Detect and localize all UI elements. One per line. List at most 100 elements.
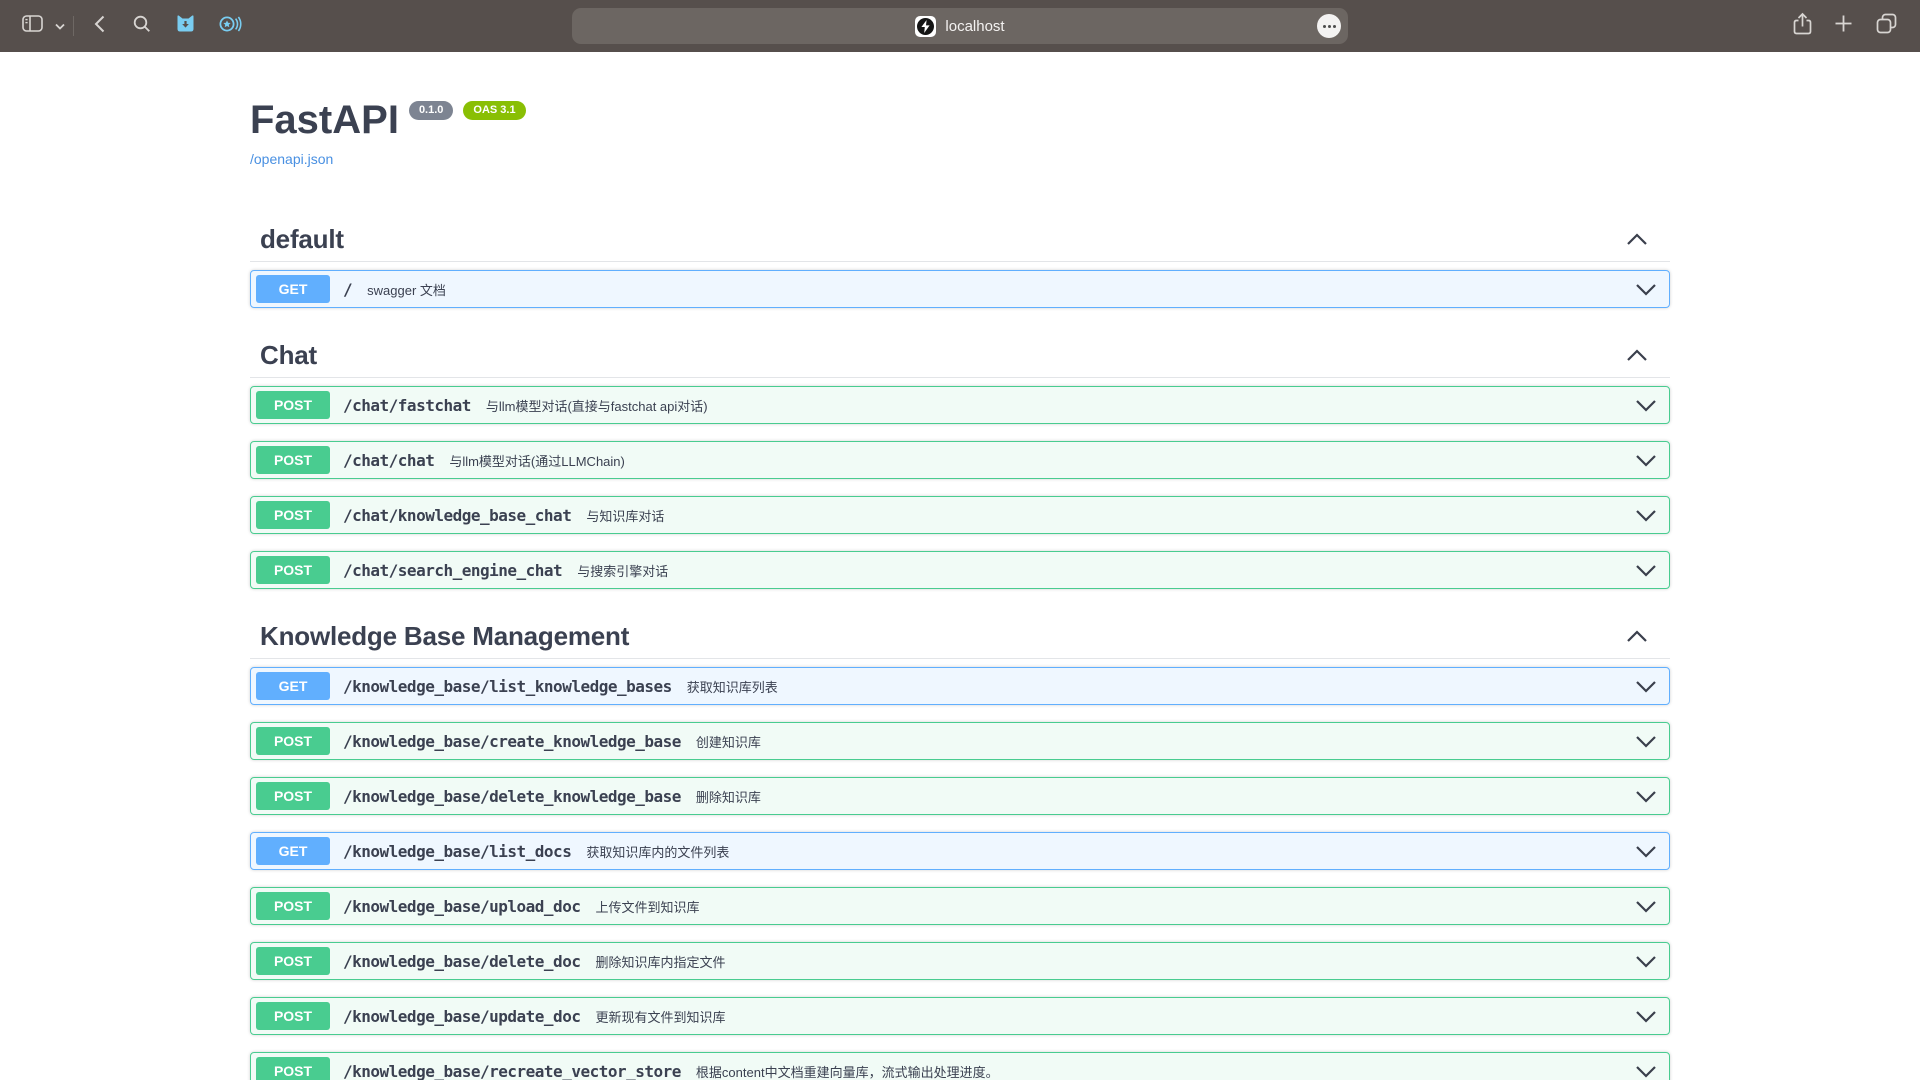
toolbar-divider <box>73 16 74 36</box>
chevron-down-icon[interactable] <box>1635 845 1657 858</box>
section-title: default <box>260 225 344 253</box>
chevron-up-icon[interactable] <box>1626 349 1648 362</box>
endpoint-summary: 与搜索引擎对话 <box>577 561 668 580</box>
share-button[interactable] <box>1793 12 1812 41</box>
swagger-page: FastAPI 0.1.0 OAS 3.1 /openapi.json defa… <box>0 52 1920 1080</box>
sidebar-toggle-button[interactable] <box>14 8 51 44</box>
version-badge: 0.1.0 <box>409 101 453 120</box>
endpoint-row[interactable]: POST /knowledge_base/delete_knowledge_ba… <box>250 777 1670 815</box>
chevron-down-icon[interactable] <box>1635 955 1657 968</box>
endpoint-path: /knowledge_base/list_knowledge_bases <box>343 677 672 696</box>
section-title: Chat <box>260 341 317 369</box>
endpoint-summary: 与llm模型对话(直接与fastchat api对话) <box>486 396 708 415</box>
endpoint-summary: 上传文件到知识库 <box>595 897 699 916</box>
api-section: default GET / swagger 文档 <box>250 225 1670 308</box>
sidebar-menu-button[interactable] <box>51 8 69 44</box>
endpoint-summary: 与知识库对话 <box>586 506 664 525</box>
site-favicon <box>915 16 936 37</box>
method-badge: POST <box>256 727 330 755</box>
endpoint-summary: swagger 文档 <box>367 280 446 299</box>
section-header[interactable]: default <box>250 225 1670 262</box>
chevron-down-icon[interactable] <box>1635 1010 1657 1023</box>
endpoint-summary: 与llm模型对话(通过LLMChain) <box>449 451 625 470</box>
endpoint-summary: 创建知识库 <box>696 732 761 751</box>
sections: default GET / swagger 文档 Chat <box>250 225 1670 1080</box>
endpoint-path: /knowledge_base/upload_doc <box>343 897 580 916</box>
method-badge: POST <box>256 446 330 474</box>
chevron-down-icon[interactable] <box>1635 454 1657 467</box>
chevron-down-icon[interactable] <box>1635 735 1657 748</box>
chevron-up-icon[interactable] <box>1626 233 1648 246</box>
endpoint-row[interactable]: GET /knowledge_base/list_docs 获取知识库内的文件列… <box>250 832 1670 870</box>
endpoint-summary: 更新现有文件到知识库 <box>595 1007 725 1026</box>
method-badge: POST <box>256 782 330 810</box>
bookmark-extension-icon <box>175 13 196 39</box>
endpoint-row[interactable]: POST /knowledge_base/upload_doc 上传文件到知识库 <box>250 887 1670 925</box>
section-header[interactable]: Knowledge Base Management <box>250 622 1670 659</box>
endpoint-path: /knowledge_base/update_doc <box>343 1007 580 1026</box>
section-title: Knowledge Base Management <box>260 622 629 650</box>
sidebar-icon <box>22 15 43 37</box>
chevron-down-icon[interactable] <box>1635 509 1657 522</box>
endpoint-row[interactable]: POST /chat/search_engine_chat 与搜索引擎对话 <box>250 551 1670 589</box>
endpoint-path: /knowledge_base/delete_doc <box>343 952 580 971</box>
endpoint-path: /chat/search_engine_chat <box>343 561 562 580</box>
extension-broadcast-button[interactable] <box>210 8 250 44</box>
method-badge: POST <box>256 391 330 419</box>
search-icon <box>133 15 151 38</box>
method-badge: POST <box>256 947 330 975</box>
method-badge: GET <box>256 837 330 865</box>
method-badge: POST <box>256 892 330 920</box>
address-text: localhost <box>945 18 1004 35</box>
endpoint-row[interactable]: POST /chat/knowledge_base_chat 与知识库对话 <box>250 496 1670 534</box>
endpoint-path: /knowledge_base/recreate_vector_store <box>343 1062 681 1080</box>
endpoint-path: /knowledge_base/delete_knowledge_base <box>343 787 681 806</box>
chevron-down-icon[interactable] <box>1635 680 1657 693</box>
endpoint-path: /knowledge_base/create_knowledge_base <box>343 732 681 751</box>
method-badge: GET <box>256 275 330 303</box>
method-badge: POST <box>256 501 330 529</box>
api-title-text: FastAPI <box>250 98 399 142</box>
chevron-down-icon <box>55 17 65 35</box>
chevron-up-icon[interactable] <box>1626 630 1648 643</box>
browser-toolbar: localhost <box>0 0 1920 52</box>
endpoint-row[interactable]: POST /knowledge_base/delete_doc 删除知识库内指定… <box>250 942 1670 980</box>
tab-overview-button[interactable] <box>1875 12 1898 40</box>
section-header[interactable]: Chat <box>250 341 1670 378</box>
back-button[interactable] <box>86 8 113 44</box>
api-info: FastAPI 0.1.0 OAS 3.1 /openapi.json <box>250 98 1670 169</box>
chevron-down-icon[interactable] <box>1635 1065 1657 1078</box>
chevron-left-icon <box>94 15 105 38</box>
method-badge: POST <box>256 556 330 584</box>
chevron-down-icon[interactable] <box>1635 790 1657 803</box>
endpoint-row[interactable]: GET /knowledge_base/list_knowledge_bases… <box>250 667 1670 705</box>
method-badge: POST <box>256 1002 330 1030</box>
address-bar[interactable]: localhost <box>572 8 1348 44</box>
chevron-down-icon[interactable] <box>1635 900 1657 913</box>
method-badge: POST <box>256 1057 330 1080</box>
api-section: Chat POST /chat/fastchat 与llm模型对话(直接与fas… <box>250 325 1670 589</box>
endpoint-summary: 删除知识库内指定文件 <box>595 952 725 971</box>
endpoint-summary: 删除知识库 <box>696 787 761 806</box>
search-button[interactable] <box>125 8 159 44</box>
oas-badge: OAS 3.1 <box>463 101 525 120</box>
endpoint-summary: 根据content中文档重建向量库，流式输出处理进度。 <box>696 1062 999 1080</box>
endpoint-row[interactable]: POST /chat/chat 与llm模型对话(通过LLMChain) <box>250 441 1670 479</box>
endpoint-path: /knowledge_base/list_docs <box>343 842 571 861</box>
endpoint-row[interactable]: POST /knowledge_base/create_knowledge_ba… <box>250 722 1670 760</box>
extension-bookmark-button[interactable] <box>167 8 204 44</box>
endpoint-row[interactable]: POST /knowledge_base/update_doc 更新现有文件到知… <box>250 997 1670 1035</box>
endpoint-row[interactable]: GET / swagger 文档 <box>250 270 1670 308</box>
chevron-down-icon[interactable] <box>1635 564 1657 577</box>
endpoint-summary: 获取知识库列表 <box>687 677 778 696</box>
chevron-down-icon[interactable] <box>1635 399 1657 412</box>
chevron-down-icon[interactable] <box>1635 283 1657 296</box>
broadcast-extension-icon <box>218 14 242 39</box>
method-badge: GET <box>256 672 330 700</box>
openapi-json-link[interactable]: /openapi.json <box>250 151 333 167</box>
api-section: Knowledge Base Management GET /knowledge… <box>250 606 1670 1080</box>
page-settings-button[interactable] <box>1317 14 1341 38</box>
endpoint-row[interactable]: POST /knowledge_base/recreate_vector_sto… <box>250 1052 1670 1080</box>
endpoint-row[interactable]: POST /chat/fastchat 与llm模型对话(直接与fastchat… <box>250 386 1670 424</box>
new-tab-button[interactable] <box>1834 14 1853 38</box>
